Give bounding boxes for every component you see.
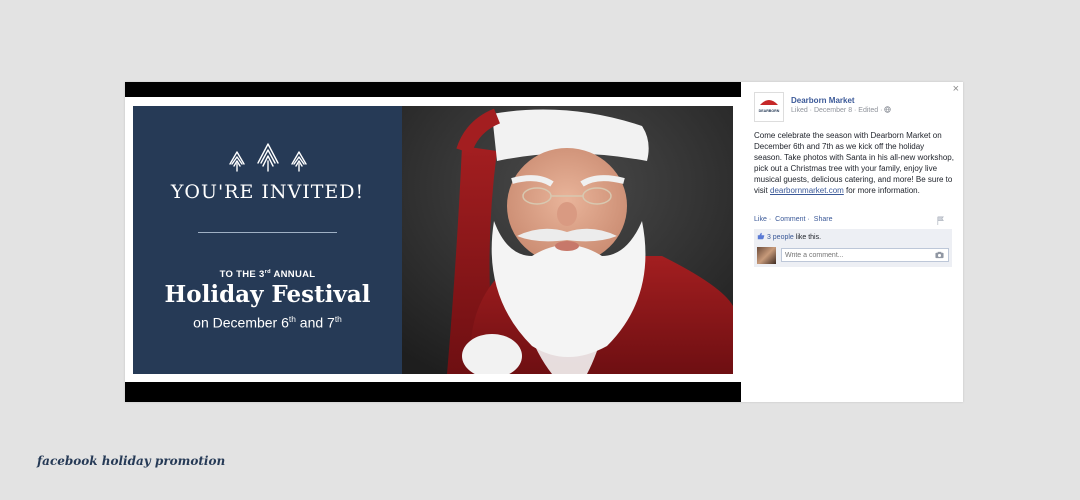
dearborn-logo-icon: DEARBORN bbox=[759, 100, 780, 113]
event-title: Holiday Festival bbox=[164, 281, 371, 308]
event-dates: on December 6th and 7th bbox=[193, 314, 342, 331]
page-avatar[interactable]: DEARBORN bbox=[754, 92, 784, 122]
post-meta: Liked · December 8 · Edited · bbox=[791, 106, 892, 114]
share-action[interactable]: Share bbox=[814, 216, 833, 223]
promo-invite-panel: YOU'RE INVITED! TO THE 3rd ANNUAL Holida… bbox=[133, 106, 402, 374]
svg-text:DEARBORN: DEARBORN bbox=[759, 109, 780, 113]
camera-icon[interactable] bbox=[935, 251, 944, 259]
like-action[interactable]: Like bbox=[754, 216, 767, 223]
annual-label: TO THE 3rd ANNUAL bbox=[219, 269, 316, 281]
photo-viewer: YOU'RE INVITED! TO THE 3rd ANNUAL Holida… bbox=[125, 82, 963, 402]
post-actions: Like · Comment · Share bbox=[754, 216, 833, 223]
invite-divider bbox=[198, 232, 337, 233]
user-avatar bbox=[757, 247, 776, 264]
santa-photo bbox=[402, 106, 733, 374]
post-sidebar: × DEARBORN Dearborn Market Liked · Decem… bbox=[741, 82, 963, 402]
invite-headline: YOU'RE INVITED! bbox=[170, 181, 365, 203]
globe-icon bbox=[884, 106, 892, 113]
letterbox-top bbox=[125, 82, 741, 97]
photo-stage: YOU'RE INVITED! TO THE 3rd ANNUAL Holida… bbox=[125, 82, 741, 402]
close-button[interactable]: × bbox=[953, 83, 959, 95]
comment-action[interactable]: Comment bbox=[775, 216, 805, 223]
pine-trees-icon bbox=[229, 143, 307, 172]
promo-image[interactable]: YOU'RE INVITED! TO THE 3rd ANNUAL Holida… bbox=[133, 106, 733, 374]
santa-illustration bbox=[402, 106, 733, 374]
page-name-link[interactable]: Dearborn Market bbox=[791, 96, 855, 105]
website-link[interactable]: dearbornmarket.com bbox=[770, 186, 844, 195]
flag-icon[interactable] bbox=[936, 216, 945, 225]
thumbs-up-icon bbox=[757, 232, 765, 240]
comment-input[interactable] bbox=[781, 248, 949, 262]
likes-count-link[interactable]: 3 people bbox=[767, 234, 794, 241]
likes-comments-box: 3 people like this. bbox=[754, 229, 952, 267]
caption-text: facebook holiday promotion bbox=[37, 454, 226, 468]
post-message: Come celebrate the season with Dearborn … bbox=[754, 131, 954, 195]
letterbox-bottom bbox=[125, 382, 741, 402]
likes-summary: 3 people like this. bbox=[757, 232, 821, 241]
